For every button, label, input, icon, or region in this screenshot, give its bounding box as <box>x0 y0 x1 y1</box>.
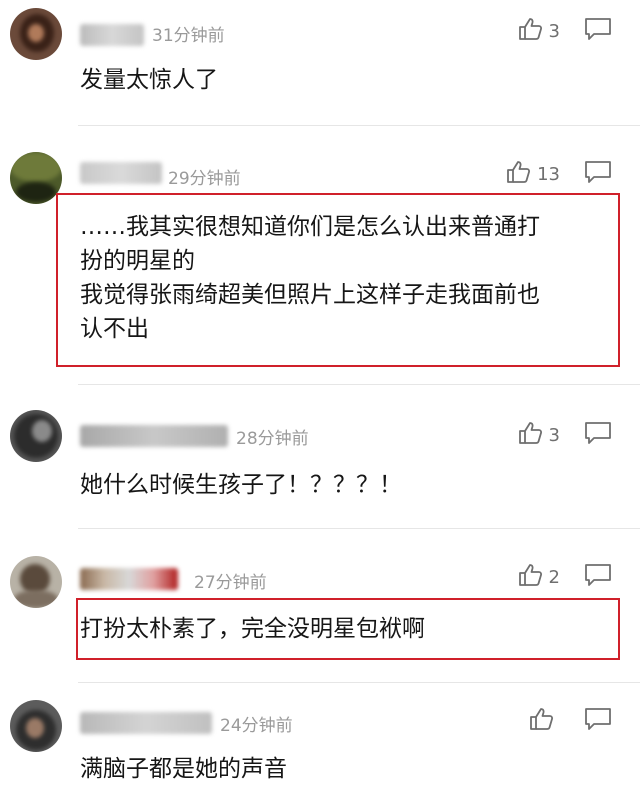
comment-text: 她什么时候生孩子了！？？？！ <box>80 472 402 498</box>
reply-bubble-icon <box>584 17 612 45</box>
username-blurred[interactable] <box>80 24 144 46</box>
reply-button[interactable] <box>584 420 612 450</box>
comment-text: ……我其实很想知道你们是怎么认出来普通打 扮的明星的 我觉得张雨绮超美但照片上这… <box>80 214 540 342</box>
thumbs-up-icon <box>517 16 543 47</box>
username-blurred[interactable] <box>80 568 178 590</box>
comment-timestamp: 24分钟前 <box>220 716 293 736</box>
divider <box>78 682 640 683</box>
comment-text: 满脑子都是她的声音 <box>80 756 287 782</box>
reply-button[interactable] <box>584 562 612 592</box>
avatar[interactable] <box>10 410 62 462</box>
like-button[interactable]: 2 <box>517 562 560 592</box>
like-count: 13 <box>537 163 560 185</box>
like-button[interactable]: 13 <box>505 159 560 189</box>
reply-button[interactable] <box>584 706 612 736</box>
like-button[interactable] <box>528 706 560 736</box>
like-count: 3 <box>548 20 560 42</box>
reply-bubble-icon <box>584 160 612 188</box>
thumbs-up-icon <box>505 159 531 190</box>
like-button[interactable]: 3 <box>517 420 560 450</box>
thumbs-up-icon <box>517 420 543 451</box>
avatar[interactable] <box>10 8 62 60</box>
comment-timestamp: 29分钟前 <box>168 169 241 189</box>
comment-timestamp: 28分钟前 <box>236 429 309 449</box>
thumbs-up-icon <box>528 706 554 737</box>
like-count: 2 <box>548 566 560 588</box>
reply-bubble-icon <box>584 421 612 449</box>
avatar[interactable] <box>10 700 62 752</box>
comment-text: 打扮太朴素了，完全没明星包袱啊 <box>80 616 425 642</box>
reply-bubble-icon <box>584 707 612 735</box>
divider <box>78 528 640 529</box>
like-button[interactable]: 3 <box>517 16 560 46</box>
thumbs-up-icon <box>517 562 543 593</box>
divider <box>78 125 640 126</box>
comment-timestamp: 27分钟前 <box>194 573 267 593</box>
like-count: 3 <box>548 424 560 446</box>
avatar[interactable] <box>10 152 62 204</box>
reply-button[interactable] <box>584 16 612 46</box>
avatar[interactable] <box>10 556 62 608</box>
username-blurred[interactable] <box>80 425 228 447</box>
reply-bubble-icon <box>584 563 612 591</box>
username-blurred[interactable] <box>80 712 212 734</box>
username-blurred[interactable] <box>80 162 162 184</box>
comment-text: 发量太惊人了 <box>80 67 218 93</box>
comment-timestamp: 31分钟前 <box>152 26 225 46</box>
divider <box>78 384 640 385</box>
reply-button[interactable] <box>584 159 612 189</box>
